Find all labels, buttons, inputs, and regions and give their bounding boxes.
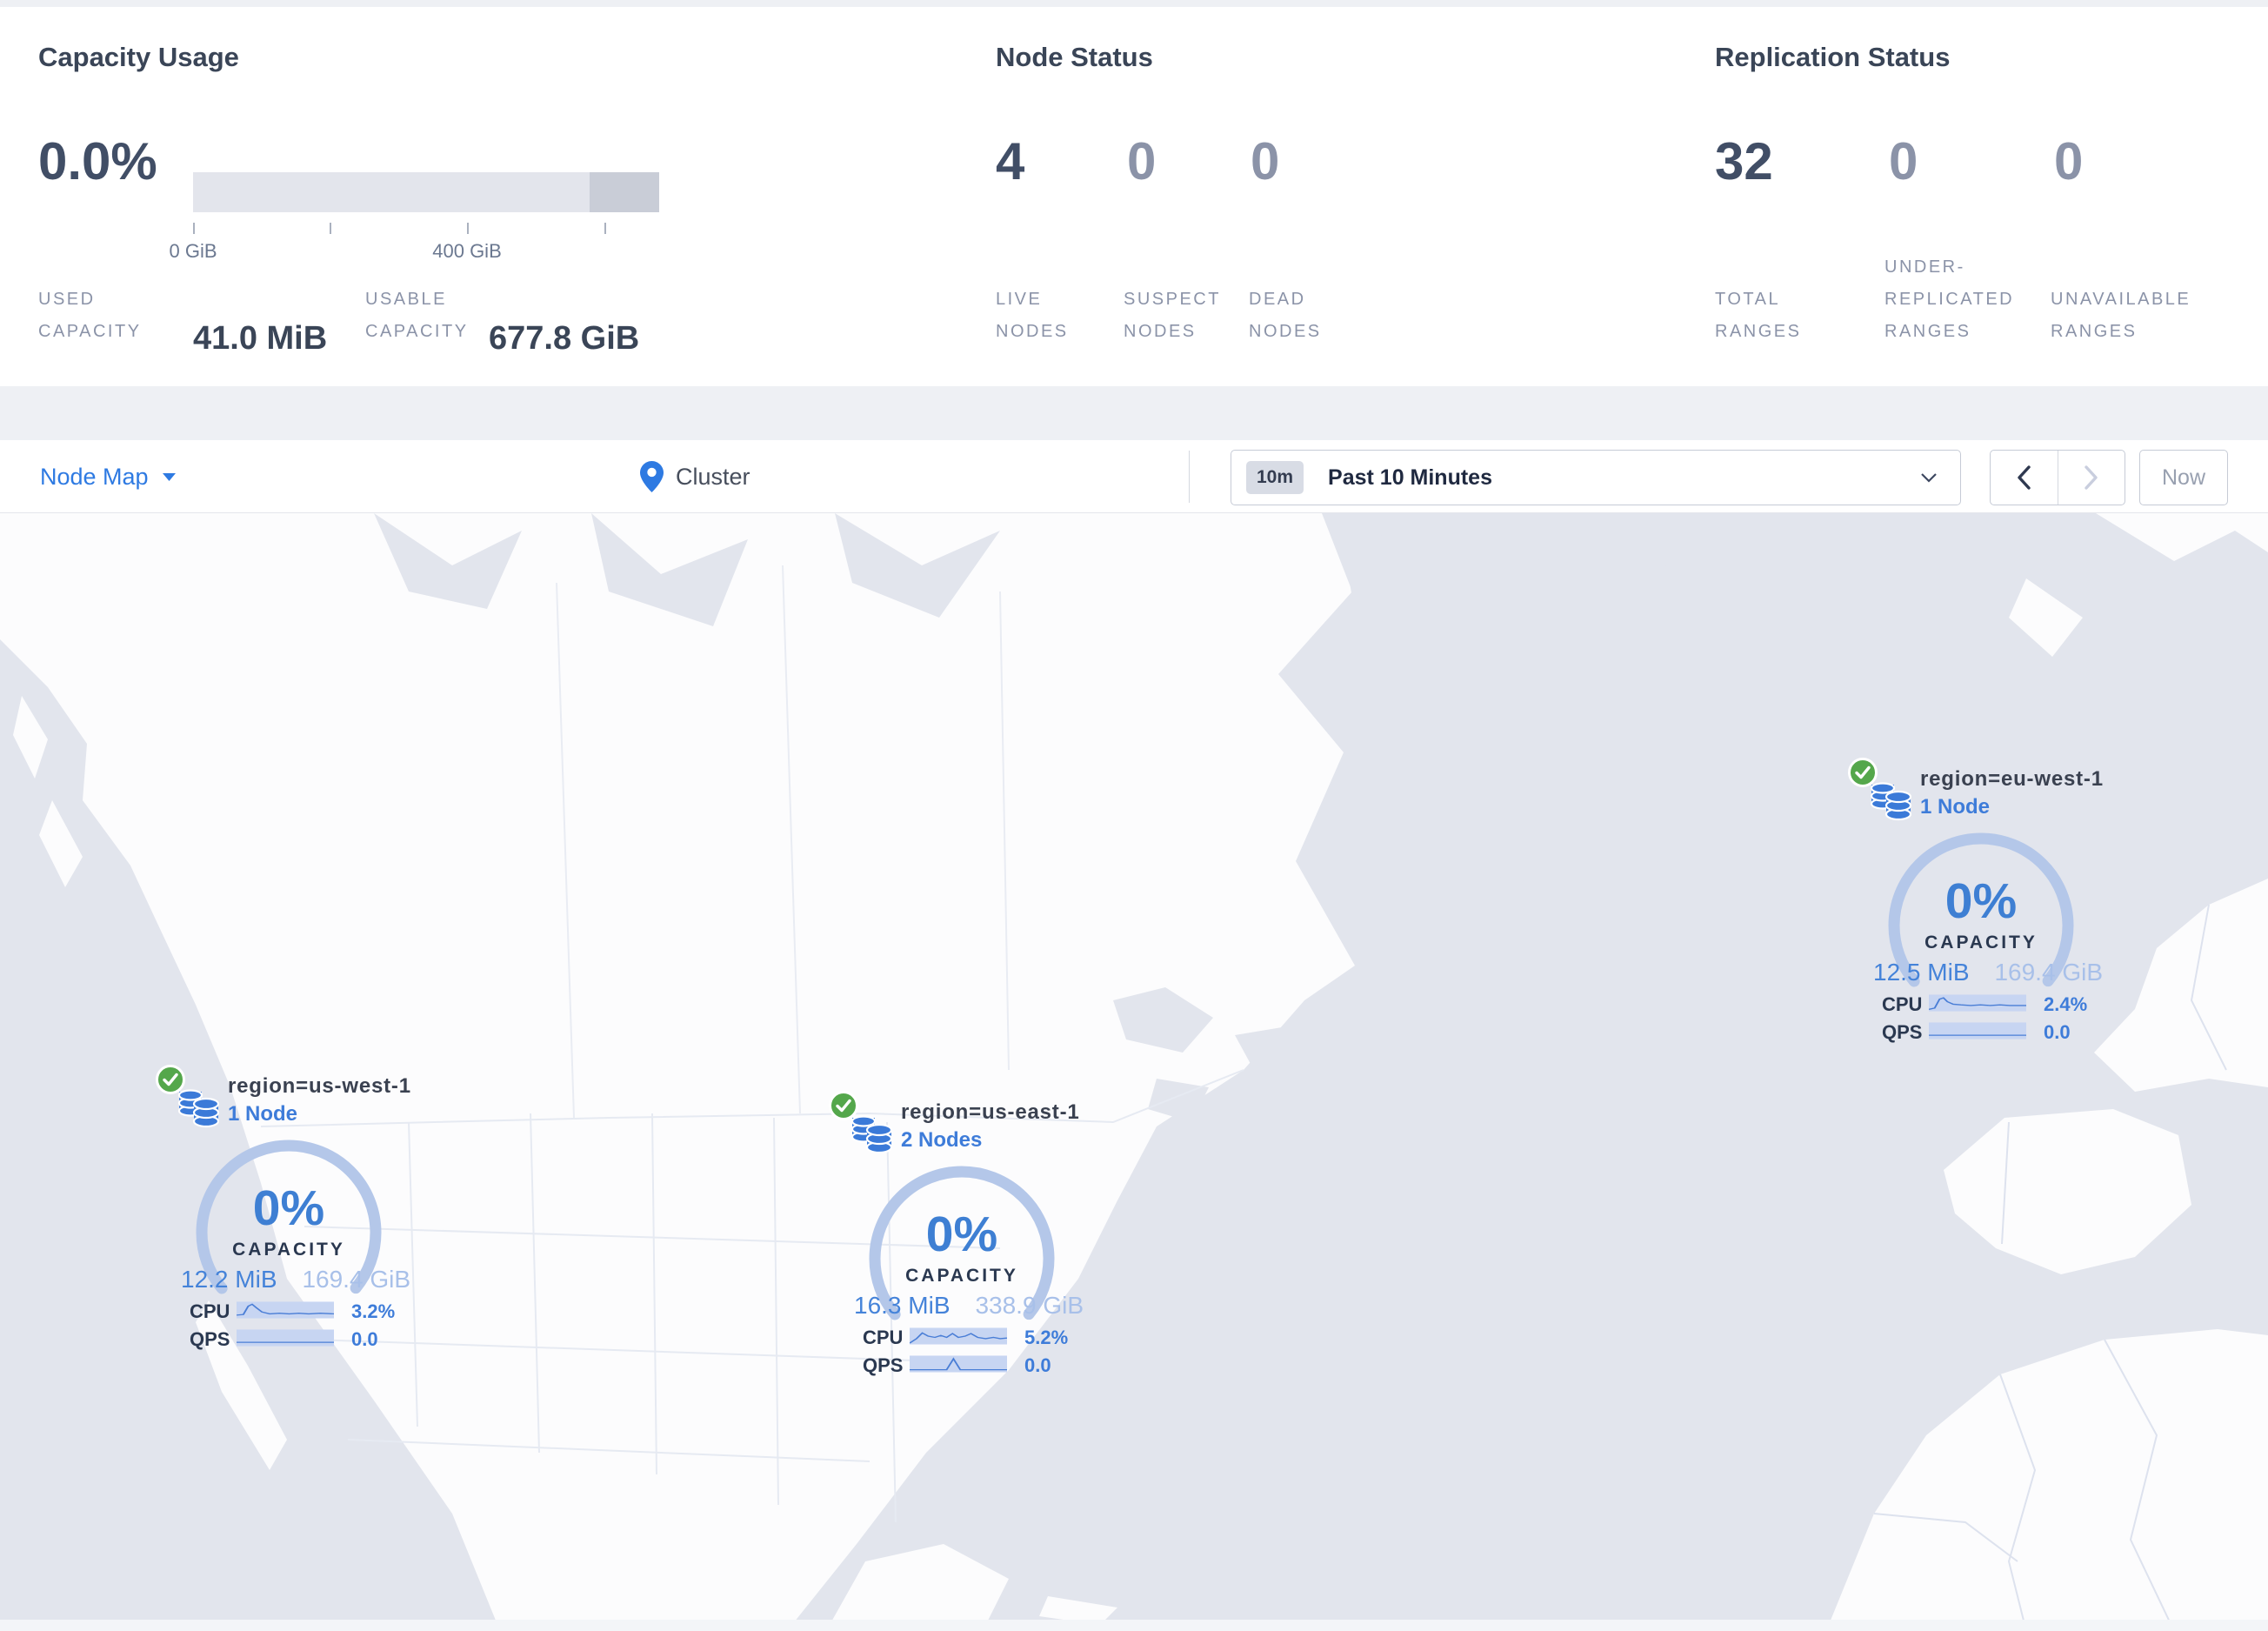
axis-tick: [467, 223, 469, 234]
node-status-title: Node Status: [996, 42, 1153, 72]
capacity-gauge-percent: 0%: [1944, 873, 2018, 929]
region-used-capacity: 16.3 MiB: [854, 1292, 951, 1319]
capacity-gauge-label: CAPACITY: [232, 1240, 345, 1260]
breadcrumb-label: Cluster: [676, 463, 750, 490]
axis-tick-label: 400 GiB: [432, 240, 502, 262]
region-label: region=us-west-1: [228, 1074, 411, 1098]
database-stack-icon: [177, 1089, 220, 1128]
qps-value: 0.0: [2044, 1021, 2071, 1043]
region-total-capacity: 169.4 GiB: [302, 1266, 410, 1293]
breadcrumb[interactable]: Cluster: [640, 440, 750, 513]
qps-sparkline: [1929, 1022, 2026, 1039]
capacity-usage-title: Capacity Usage: [38, 42, 239, 72]
cpu-label: CPU: [863, 1327, 904, 1348]
axis-tick: [604, 223, 606, 234]
capacity-bar-dark-segment: [590, 172, 659, 212]
used-capacity-label: USED CAPACITY: [38, 290, 142, 341]
time-window-dropdown[interactable]: 10m Past 10 Minutes: [1231, 450, 1961, 505]
replication-status-title: Replication Status: [1715, 42, 1951, 72]
cluster-summary-bar: Capacity Usage 0.0% 0 GiB 400 GiB USED C…: [0, 7, 2268, 386]
database-stack-icon: [1870, 782, 1912, 821]
qps-label: QPS: [863, 1354, 904, 1376]
region-total-capacity: 169.4 GiB: [1994, 959, 2103, 986]
region-marker-us-east-1[interactable]: region=us-east-1 2 Nodes 0% CAPACITY 16.…: [826, 1090, 1097, 1380]
region-nodes-link[interactable]: 1 Node: [228, 1102, 297, 1126]
region-marker-eu-west-1[interactable]: region=eu-west-1 1 Node 0% CAPACITY 12.5…: [1845, 757, 2117, 1047]
unavailable-ranges-count: 0: [2054, 132, 2084, 191]
region-total-capacity: 338.9 GiB: [975, 1292, 1084, 1319]
capacity-used-percent: 0.0%: [38, 132, 157, 191]
previous-time-window-button[interactable]: [1991, 451, 2058, 505]
qps-sparkline: [910, 1355, 1007, 1373]
suspect-nodes-count: 0: [1127, 132, 1157, 191]
cpu-sparkline: [910, 1327, 1007, 1345]
qps-sparkline: [237, 1329, 334, 1347]
cpu-value: 2.4%: [2044, 993, 2088, 1015]
time-window-label: Past 10 Minutes: [1328, 465, 1492, 490]
database-stack-icon: [850, 1115, 893, 1154]
view-selector-dropdown[interactable]: Node Map: [40, 440, 176, 513]
qps-value: 0.0: [351, 1328, 378, 1350]
unavailable-ranges-label: UNAVAILABLE RANGES: [2051, 290, 2191, 341]
axis-tick: [193, 223, 195, 234]
time-window-pager: [1990, 450, 2125, 505]
under-replicated-ranges-count: 0: [1889, 132, 1918, 191]
cpu-sparkline: [1929, 994, 2026, 1012]
region-label: region=eu-west-1: [1920, 767, 2104, 791]
cpu-value: 5.2%: [1024, 1327, 1069, 1348]
used-capacity-value: 41.0 MiB: [193, 320, 328, 357]
cpu-label: CPU: [190, 1300, 230, 1322]
now-button[interactable]: Now: [2139, 450, 2228, 505]
qps-label: QPS: [190, 1328, 230, 1350]
suspect-nodes-label: SUSPECT NODES: [1124, 290, 1221, 341]
cpu-value: 3.2%: [351, 1300, 396, 1322]
region-used-capacity: 12.2 MiB: [181, 1266, 277, 1293]
axis-tick: [330, 223, 331, 234]
location-pin-icon: [640, 461, 664, 492]
qps-value: 0.0: [1024, 1354, 1051, 1376]
under-replicated-ranges-label: UNDER-REPLICATED RANGES: [1884, 257, 2015, 341]
dead-nodes-label: DEAD NODES: [1249, 290, 1322, 341]
chevron-right-icon: [2085, 465, 2098, 490]
view-selector-label: Node Map: [40, 463, 149, 490]
region-marker-us-west-1[interactable]: region=us-west-1 1 Node 0% CAPACITY 12.2…: [153, 1064, 424, 1354]
region-label: region=us-east-1: [901, 1100, 1080, 1124]
capacity-gauge-label: CAPACITY: [1924, 932, 2038, 953]
cpu-label: CPU: [1882, 993, 1923, 1015]
capacity-gauge-percent: 0%: [925, 1207, 998, 1262]
map-bottom-strip: [0, 1620, 2268, 1631]
live-nodes-label: LIVE NODES: [996, 290, 1069, 341]
caret-down-icon: [162, 472, 176, 481]
capacity-gauge-label: CAPACITY: [905, 1266, 1018, 1286]
time-window-badge: 10m: [1246, 461, 1304, 494]
capacity-usage-bar: 0 GiB 400 GiB: [169, 172, 659, 262]
axis-tick-label: 0 GiB: [169, 240, 217, 262]
qps-label: QPS: [1882, 1021, 1923, 1043]
region-nodes-link[interactable]: 1 Node: [1920, 795, 1990, 819]
region-nodes-link[interactable]: 2 Nodes: [901, 1128, 982, 1153]
total-ranges-count: 32: [1715, 132, 1773, 191]
region-used-capacity: 12.5 MiB: [1873, 959, 1970, 986]
next-time-window-button[interactable]: [2058, 451, 2125, 505]
cpu-sparkline: [237, 1301, 334, 1319]
chevron-down-icon: [1921, 473, 1937, 483]
dead-nodes-count: 0: [1251, 132, 1280, 191]
live-nodes-count: 4: [996, 132, 1025, 191]
total-ranges-label: TOTAL RANGES: [1715, 290, 1802, 341]
chevron-left-icon: [2018, 465, 2031, 490]
toolbar-divider: [1189, 451, 1190, 503]
capacity-gauge-percent: 0%: [252, 1180, 325, 1236]
usable-capacity-value: 677.8 GiB: [489, 320, 640, 357]
node-map-canvas[interactable]: region=us-west-1 1 Node 0% CAPACITY 12.2…: [0, 513, 2268, 1631]
